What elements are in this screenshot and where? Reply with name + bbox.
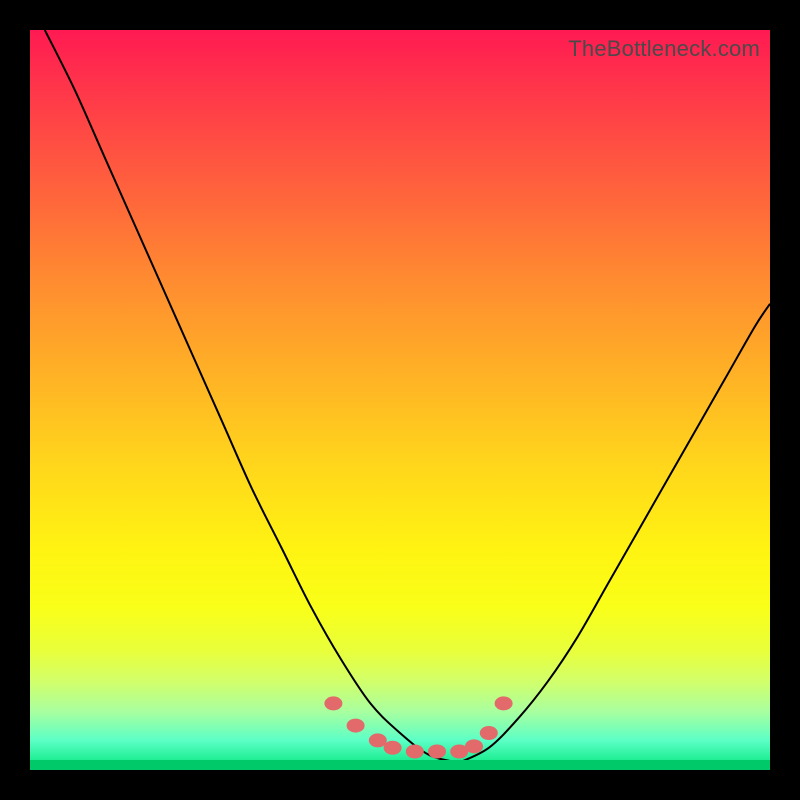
data-marker <box>406 745 424 759</box>
bottom-green-band <box>30 760 770 770</box>
curve-right <box>459 304 770 763</box>
curve-left <box>45 30 459 763</box>
chart-plot-area: TheBottleneck.com <box>30 30 770 770</box>
data-marker <box>324 696 342 710</box>
marker-group <box>324 696 512 758</box>
data-marker <box>384 741 402 755</box>
data-marker <box>428 745 446 759</box>
chart-svg <box>30 30 770 770</box>
data-marker <box>369 733 387 747</box>
data-marker <box>495 696 513 710</box>
data-marker <box>465 739 483 753</box>
data-marker <box>480 726 498 740</box>
data-marker <box>347 719 365 733</box>
chart-frame: TheBottleneck.com <box>0 0 800 800</box>
